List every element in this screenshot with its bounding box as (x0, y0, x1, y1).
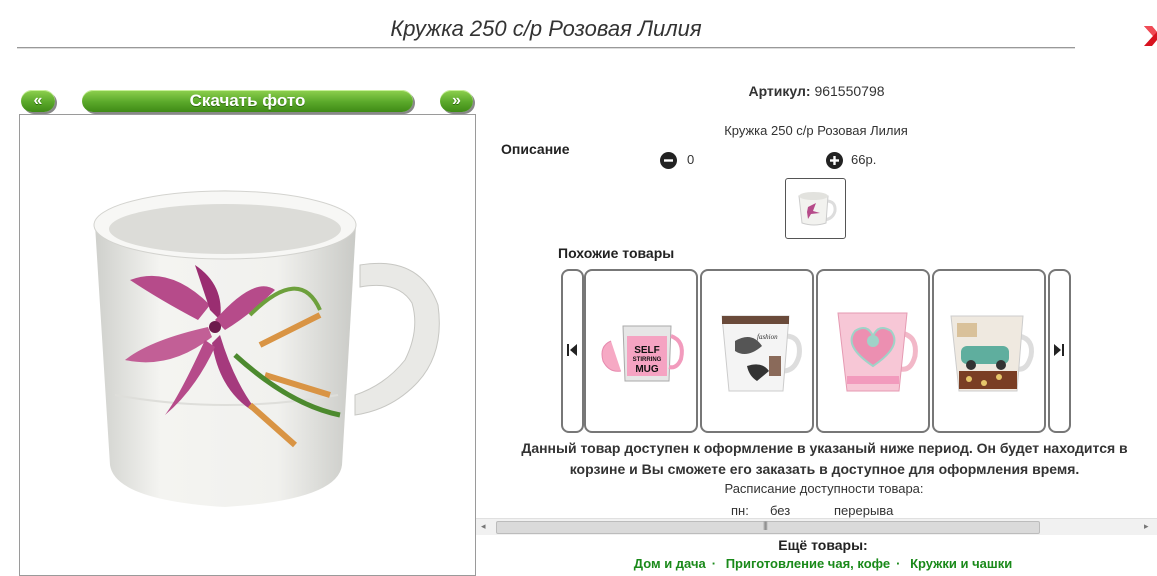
similar-item[interactable] (816, 269, 930, 433)
more-products-title: Ещё товары: (778, 537, 868, 553)
plus-icon[interactable] (826, 152, 843, 169)
svg-text:STIRRING: STIRRING (633, 357, 662, 363)
schedule-to: перерыва (834, 503, 894, 518)
skip-forward-icon (1054, 344, 1064, 356)
articul-value: 961550798 (814, 83, 885, 99)
scroll-left-icon[interactable]: ◂ (481, 521, 486, 532)
close-icon[interactable] (1140, 22, 1157, 50)
price: 66р. (851, 152, 877, 167)
description-text: Кружка 250 с/р Розовая Лилия (724, 123, 908, 138)
title-divider (17, 47, 1075, 48)
description-label: Описание (501, 141, 570, 157)
similar-item[interactable] (932, 269, 1046, 433)
download-photo-button[interactable]: Скачать фото (82, 90, 413, 112)
product-thumbnail[interactable] (785, 178, 846, 239)
carousel-prev-button[interactable] (561, 269, 584, 433)
horizontal-scrollbar[interactable]: ◂ ||| ▸ (476, 518, 1157, 535)
similar-item[interactable]: SELF STIRRING MUG (584, 269, 698, 433)
schedule-title: Расписание доступности товара: (724, 481, 924, 496)
skip-back-icon (567, 344, 577, 356)
prev-photo-button[interactable]: « (21, 90, 55, 112)
svg-text:SELF: SELF (634, 345, 660, 356)
svg-text:fashion: fashion (757, 333, 778, 341)
scroll-right-icon[interactable]: ▸ (1144, 521, 1149, 532)
scrollbar-thumb[interactable]: ||| (496, 520, 1040, 534)
carousel-next-button[interactable] (1048, 269, 1071, 433)
articul: Артикул: 961550798 (476, 83, 1157, 99)
similar-title: Похожие товары (558, 245, 675, 261)
product-photo (19, 114, 476, 576)
minus-icon[interactable] (660, 152, 677, 169)
schedule-from: без (770, 503, 791, 518)
articul-label: Артикул: (748, 83, 811, 99)
availability-notice: Данный товар доступен к оформление в ука… (521, 440, 1128, 477)
product-details: Артикул: 961550798 Описание Кружка 250 с… (476, 70, 1157, 520)
similar-item[interactable]: fashion (700, 269, 814, 433)
svg-text:MUG: MUG (635, 364, 659, 375)
next-photo-button[interactable]: » (440, 90, 473, 112)
page-title: Кружка 250 с/р Розовая Лилия (390, 16, 702, 41)
quantity-value: 0 (687, 152, 695, 167)
schedule-day: пн: (731, 503, 749, 518)
